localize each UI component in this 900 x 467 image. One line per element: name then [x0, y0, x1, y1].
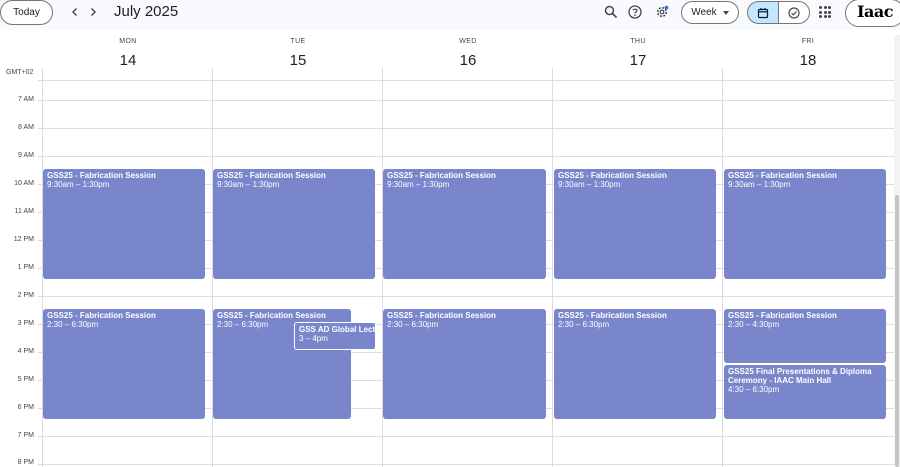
- event-time: 9:30am – 1:30pm: [387, 180, 450, 189]
- hour-label: 11 AM: [14, 208, 34, 215]
- event-title: GSS25 - Fabrication Session: [387, 171, 496, 180]
- event-fabrication-thu-pm[interactable]: GSS25 - Fabrication Session 2:30 – 6:30p…: [554, 309, 716, 419]
- event-fabrication-wed-pm[interactable]: GSS25 - Fabrication Session 2:30 – 6:30p…: [383, 309, 546, 419]
- event-fabrication-tue-am[interactable]: GSS25 - Fabrication Session 9:30am – 1:3…: [213, 169, 375, 279]
- event-title: GSS25 Final Presentations & Diploma Cere…: [728, 367, 872, 385]
- event-time: 9:30am – 1:30pm: [217, 180, 280, 189]
- tasks-icon: [788, 6, 800, 19]
- event-fabrication-thu-am[interactable]: GSS25 - Fabrication Session 9:30am – 1:3…: [554, 169, 716, 279]
- day-header-thu[interactable]: THU 17: [553, 30, 723, 80]
- hour-line: [38, 436, 894, 437]
- hour-label: 5 PM: [17, 376, 34, 383]
- event-time: 9:30am – 1:30pm: [47, 180, 110, 189]
- event-fabrication-mon-pm[interactable]: GSS25 - Fabrication Session 2:30 – 6:30p…: [43, 309, 205, 419]
- event-title: GSS25 - Fabrication Session: [47, 171, 156, 180]
- hour-label: 10 AM: [14, 180, 34, 187]
- tasks-view-toggle[interactable]: [778, 1, 810, 24]
- day-header-tue[interactable]: TUE 15: [213, 30, 383, 80]
- day-number[interactable]: 18: [723, 52, 893, 69]
- hour-label: 6 PM: [17, 404, 34, 411]
- day-divider: [552, 68, 553, 467]
- event-fabrication-mon-am[interactable]: GSS25 - Fabrication Session 9:30am – 1:3…: [43, 169, 205, 279]
- hour-line: [38, 464, 894, 465]
- timezone-label: GMT+02: [6, 69, 34, 76]
- event-time: 2:30 – 6:30pm: [387, 320, 439, 329]
- top-bar: Today July 2025 Week Iaac: [0, 0, 900, 30]
- chevron-right-icon: [91, 8, 96, 16]
- event-time: 9:30am – 1:30pm: [728, 180, 791, 189]
- chevron-left-icon: [72, 8, 77, 16]
- apps-icon[interactable]: [819, 6, 831, 18]
- hour-line: [38, 80, 894, 81]
- prev-week-button[interactable]: [66, 3, 84, 21]
- event-time: 2:30 – 6:30pm: [558, 320, 610, 329]
- event-time: 2:30 – 4:30pm: [728, 320, 780, 329]
- hour-label: 7 AM: [18, 96, 34, 103]
- hour-line: [38, 100, 894, 101]
- hour-line: [38, 156, 894, 157]
- hour-label: 2 PM: [17, 292, 34, 299]
- view-select[interactable]: Week: [681, 1, 739, 24]
- day-header-mon[interactable]: MON 14: [43, 30, 213, 80]
- scrollbar-thumb[interactable]: [895, 195, 899, 467]
- caret-down-icon: [722, 10, 729, 15]
- hour-label: 8 AM: [18, 124, 34, 131]
- event-fabrication-fri-pm[interactable]: GSS25 - Fabrication Session 2:30 – 4:30p…: [724, 309, 886, 363]
- event-title: GSS25 - Fabrication Session: [558, 171, 667, 180]
- day-of-week: FRI: [801, 38, 815, 45]
- day-of-week: TUE: [290, 38, 306, 45]
- hour-label: 9 AM: [18, 152, 34, 159]
- settings-icon: [656, 5, 669, 18]
- day-of-week: MON: [119, 38, 137, 45]
- day-number[interactable]: 16: [383, 52, 553, 69]
- day-of-week: THU: [630, 38, 646, 45]
- event-time: 2:30 – 6:30pm: [47, 320, 99, 329]
- search-icon: [604, 5, 618, 19]
- day-divider: [722, 68, 723, 467]
- settings-button[interactable]: [654, 4, 670, 20]
- hour-label: 12 PM: [13, 236, 34, 243]
- today-button[interactable]: Today: [0, 0, 53, 25]
- event-time: 3 – 4pm: [299, 334, 328, 343]
- day-of-week: WED: [459, 38, 477, 45]
- view-select-label: Week: [691, 7, 717, 18]
- event-title: GSS25 - Fabrication Session: [47, 311, 156, 320]
- day-header-wed[interactable]: WED 16: [383, 30, 553, 80]
- help-icon: [628, 5, 642, 19]
- month-title: July 2025: [114, 3, 179, 20]
- account-logo[interactable]: Iaac: [845, 0, 900, 27]
- day-number[interactable]: 14: [43, 52, 213, 69]
- event-global-lecture-tue[interactable]: GSS AD Global Lecture 3 – 4pm: [294, 322, 376, 350]
- event-time: 9:30am – 1:30pm: [558, 180, 621, 189]
- event-title: GSS25 - Fabrication Session: [728, 311, 837, 320]
- event-fabrication-fri-am[interactable]: GSS25 - Fabrication Session 9:30am – 1:3…: [724, 169, 886, 279]
- hour-label: 4 PM: [17, 348, 34, 355]
- hour-line: [38, 296, 894, 297]
- hour-label: 8 PM: [17, 459, 34, 466]
- hour-label: 7 PM: [17, 432, 34, 439]
- event-final-presentations-fri[interactable]: GSS25 Final Presentations & Diploma Cere…: [724, 365, 886, 419]
- event-title: GSS AD Global Lecture: [299, 325, 376, 334]
- hour-label: 3 PM: [17, 320, 34, 327]
- hour-label: 1 PM: [17, 264, 34, 271]
- calendar-icon: [757, 7, 769, 18]
- logo-text: Iaac: [857, 2, 893, 21]
- event-title: GSS25 - Fabrication Session: [387, 311, 496, 320]
- event-title: GSS25 - Fabrication Session: [217, 171, 326, 180]
- event-time: 4:30 – 6:30pm: [728, 385, 780, 394]
- event-title: GSS25 - Fabrication Session: [558, 311, 667, 320]
- event-fabrication-wed-am[interactable]: GSS25 - Fabrication Session 9:30am – 1:3…: [383, 169, 546, 279]
- help-button[interactable]: [627, 4, 643, 20]
- day-header-fri[interactable]: FRI 18: [723, 30, 893, 80]
- calendar-view-toggle[interactable]: [747, 1, 779, 24]
- hour-line: [38, 128, 894, 129]
- day-number[interactable]: 17: [553, 52, 723, 69]
- event-title: GSS25 - Fabrication Session: [728, 171, 837, 180]
- event-title: GSS25 - Fabrication Session: [217, 311, 326, 320]
- search-button[interactable]: [603, 4, 619, 20]
- day-number[interactable]: 15: [213, 52, 383, 69]
- next-week-button[interactable]: [84, 3, 102, 21]
